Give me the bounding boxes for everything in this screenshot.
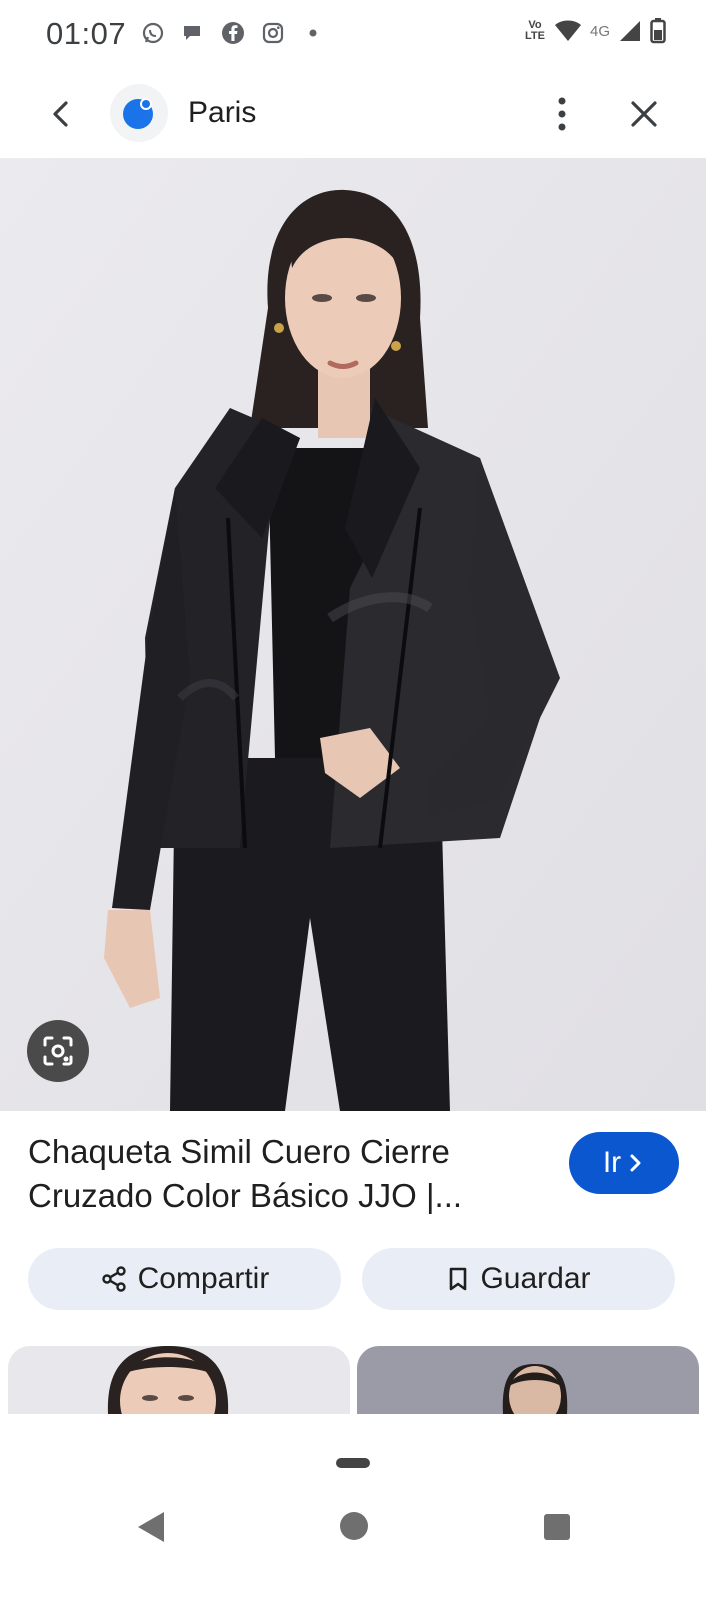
clock: 01:07: [46, 16, 127, 51]
related-photo-illustration-2: [502, 1364, 568, 1414]
related-image-2[interactable]: [357, 1346, 699, 1414]
bookmark-icon: [450, 1267, 467, 1291]
facebook-icon: [220, 20, 246, 46]
lens-search-button[interactable]: [27, 1020, 89, 1082]
nav-back-icon[interactable]: [136, 1510, 166, 1544]
chat-icon: [180, 20, 206, 46]
battery-icon: [650, 18, 666, 44]
product-title[interactable]: Chaqueta Simil Cuero Cierre Cruzado Colo…: [28, 1130, 548, 1218]
site-logo-icon: [123, 98, 153, 129]
close-icon: [631, 101, 657, 127]
related-image-1[interactable]: [8, 1346, 350, 1414]
sheet-handle[interactable]: [336, 1458, 370, 1468]
close-button[interactable]: [624, 94, 664, 134]
chevron-right-icon: [630, 1154, 641, 1172]
save-button[interactable]: Guardar: [362, 1248, 675, 1310]
notification-icons: [140, 20, 326, 46]
signal-icon: [620, 21, 640, 41]
wifi-icon: [554, 20, 581, 41]
related-photo-illustration-1: [107, 1346, 229, 1414]
more-vert-icon: [558, 97, 566, 131]
more-options-button[interactable]: [545, 92, 579, 136]
share-icon: [101, 1266, 126, 1292]
status-bar: 01:07 Vo LTE 4G: [0, 0, 720, 70]
nav-recents-icon[interactable]: [544, 1514, 570, 1540]
save-label: Guardar: [480, 1262, 591, 1295]
site-name[interactable]: Paris: [188, 96, 256, 130]
instagram-icon: [260, 20, 286, 46]
share-button[interactable]: Compartir: [28, 1248, 341, 1310]
whatsapp-icon: [140, 20, 166, 46]
volte-label: Vo LTE: [525, 19, 545, 42]
go-to-site-button[interactable]: Ir: [569, 1132, 679, 1194]
nav-home-icon[interactable]: [340, 1512, 368, 1540]
chevron-left-icon: [53, 101, 68, 127]
share-label: Compartir: [137, 1262, 270, 1295]
top-app-bar: Paris: [0, 70, 720, 158]
product-photo-illustration: [0, 158, 706, 1111]
dot-icon: [300, 20, 326, 46]
network-label: 4G: [589, 22, 610, 40]
site-logo: [110, 84, 168, 142]
product-image[interactable]: [0, 158, 706, 1111]
go-label: Ir: [602, 1146, 622, 1179]
back-button[interactable]: [42, 94, 82, 134]
system-navigation-bar: [0, 1414, 720, 1600]
lens-icon: [43, 1036, 73, 1066]
system-status-icons: Vo LTE 4G: [524, 18, 666, 44]
